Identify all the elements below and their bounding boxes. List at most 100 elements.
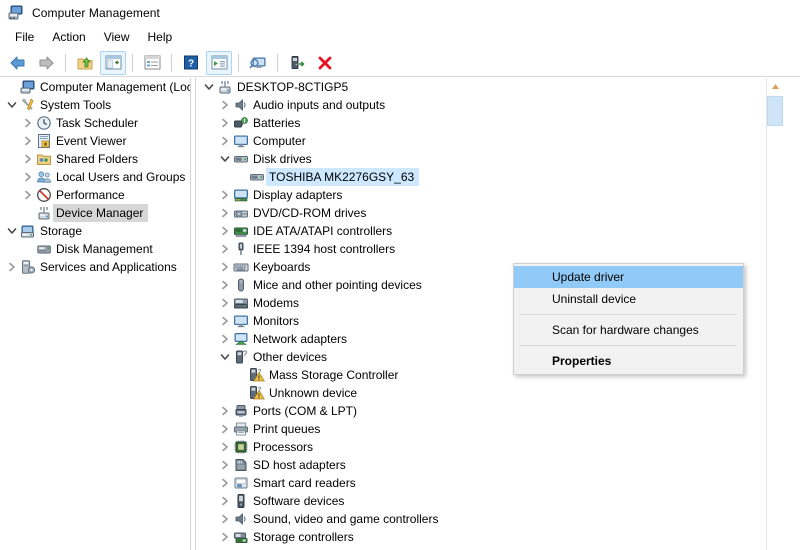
toolbar-separator <box>238 53 239 72</box>
device-tree-row[interactable]: IEEE 1394 host controllers <box>197 240 783 258</box>
device-tree-row[interactable]: IDE ATA/ATAPI controllers <box>197 222 783 240</box>
device-tree-row[interactable]: Disk drives <box>197 150 783 168</box>
scrollbar-thumb[interactable] <box>767 96 783 126</box>
chevron-right-icon[interactable] <box>20 114 36 132</box>
console-tree-pane[interactable]: Computer Management (Local System Tools Ta… <box>0 78 190 550</box>
chevron-right-icon[interactable] <box>4 258 20 276</box>
scroll-up-arrow-icon[interactable] <box>767 78 783 95</box>
context-menu-item-update-driver[interactable]: Update driver <box>514 266 743 288</box>
device-tree-row[interactable]: ? Unknown device <box>197 384 783 402</box>
chevron-right-icon[interactable] <box>217 240 233 258</box>
chevron-right-icon[interactable] <box>217 510 233 528</box>
device-tree-row[interactable]: Computer <box>197 132 783 150</box>
title-bar: Computer Management <box>0 0 800 25</box>
device-tree-row[interactable]: DVD/CD-ROM drives <box>197 204 783 222</box>
device-tree-row[interactable]: Processors <box>197 438 783 456</box>
console-tree-row[interactable]: Performance <box>0 186 190 204</box>
chevron-down-icon[interactable] <box>217 348 233 366</box>
toolbar-separator <box>132 53 133 72</box>
device-tree-row[interactable]: Batteries <box>197 114 783 132</box>
device-tree-row[interactable]: Smart card readers <box>197 474 783 492</box>
console-tree-row[interactable]: Event Viewer <box>0 132 190 150</box>
chevron-down-icon[interactable] <box>217 150 233 168</box>
chevron-down-icon[interactable] <box>4 222 20 240</box>
device-tree-row[interactable]: Display adapters <box>197 186 783 204</box>
properties-button[interactable] <box>139 51 165 75</box>
console-tree-row[interactable]: Local Users and Groups <box>0 168 190 186</box>
menu-action[interactable]: Action <box>43 27 94 47</box>
tree-item-label: Batteries <box>253 116 301 130</box>
chevron-right-icon[interactable] <box>217 528 233 546</box>
menu-help[interactable]: Help <box>139 27 182 47</box>
uninstall-device-button[interactable] <box>312 51 338 75</box>
tree-item-label: Event Viewer <box>56 134 127 148</box>
chevron-right-icon[interactable] <box>217 456 233 474</box>
device-tree-row[interactable]: Sound, video and game controllers <box>197 510 783 528</box>
console-tree-row[interactable]: Device Manager <box>0 204 190 222</box>
help-button[interactable]: ? <box>178 51 204 75</box>
chevron-down-icon[interactable] <box>4 96 20 114</box>
update-driver-icon <box>291 55 305 69</box>
console-tree-row[interactable]: Task Scheduler <box>0 114 190 132</box>
chevron-right-icon[interactable] <box>217 402 233 420</box>
tree-item-label: Print queues <box>253 422 321 436</box>
pane-splitter[interactable] <box>190 78 196 550</box>
chevron-right-icon[interactable] <box>217 132 233 150</box>
device-tree-row[interactable]: Ports (COM & LPT) <box>197 402 783 420</box>
chevron-right-icon[interactable] <box>20 150 36 168</box>
chevron-right-icon[interactable] <box>217 312 233 330</box>
console-tree-row[interactable]: Computer Management (Local <box>0 78 190 96</box>
device-tree-row[interactable]: Audio inputs and outputs <box>197 96 783 114</box>
chevron-right-icon[interactable] <box>217 492 233 510</box>
chevron-right-icon[interactable] <box>20 168 36 186</box>
chevron-right-icon[interactable] <box>217 420 233 438</box>
console-tree-row[interactable]: Services and Applications <box>0 258 190 276</box>
chevron-right-icon[interactable] <box>217 204 233 222</box>
chevron-right-icon[interactable] <box>217 96 233 114</box>
chevron-right-icon[interactable] <box>217 330 233 348</box>
context-menu-item-properties[interactable]: Properties <box>514 350 743 372</box>
context-menu-separator <box>520 314 737 315</box>
device-tree-row[interactable]: SD host adapters <box>197 456 783 474</box>
chevron-right-icon[interactable] <box>217 186 233 204</box>
console-tree-row[interactable]: System Tools <box>0 96 190 114</box>
menu-file[interactable]: File <box>6 27 43 47</box>
chevron-right-icon[interactable] <box>217 276 233 294</box>
context-menu-item-uninstall-device[interactable]: Uninstall device <box>514 288 743 310</box>
chevron-right-icon[interactable] <box>217 438 233 456</box>
device-tree-row[interactable]: DESKTOP-8CTIGP5 <box>197 78 783 96</box>
up-one-level-button[interactable] <box>72 51 98 75</box>
device-tree-row[interactable]: Storage controllers <box>197 528 783 546</box>
chevron-right-icon[interactable] <box>217 474 233 492</box>
console-tree-row[interactable]: Disk Management <box>0 240 190 258</box>
event-viewer-icon <box>36 133 52 149</box>
disk-drive-icon <box>249 169 265 185</box>
chevron-right-icon[interactable] <box>217 258 233 276</box>
update-driver-button[interactable] <box>284 51 310 75</box>
scrollbar-track[interactable] <box>767 95 783 550</box>
device-tree-vertical-scrollbar[interactable] <box>766 78 783 550</box>
chevron-right-icon[interactable] <box>20 132 36 150</box>
device-tree-row[interactable]: Software devices <box>197 492 783 510</box>
forward-button[interactable] <box>33 51 59 75</box>
device-tree-row[interactable]: Print queues <box>197 420 783 438</box>
back-button[interactable] <box>5 51 31 75</box>
chevron-down-icon[interactable] <box>201 78 217 96</box>
console-tree: Computer Management (Local System Tools Ta… <box>0 78 190 276</box>
disk-management-icon <box>36 241 52 257</box>
device-tree-pane[interactable]: DESKTOP-8CTIGP5 Audio inputs and outputs B… <box>197 78 783 550</box>
context-menu-item-scan-for-hardware-changes[interactable]: Scan for hardware changes <box>514 319 743 341</box>
chevron-right-icon[interactable] <box>20 186 36 204</box>
chevron-right-icon[interactable] <box>217 114 233 132</box>
chevron-right-icon[interactable] <box>217 222 233 240</box>
scan-hardware-changes-button[interactable] <box>245 51 271 75</box>
device-tree-row[interactable]: TOSHIBA MK2276GSY_63 <box>197 168 783 186</box>
console-tree-row[interactable]: Shared Folders <box>0 150 190 168</box>
chevron-right-icon[interactable] <box>217 294 233 312</box>
show-hide-console-tree-button[interactable] <box>100 50 126 75</box>
show-hide-action-pane-button[interactable] <box>206 50 232 75</box>
console-tree-row[interactable]: Storage <box>0 222 190 240</box>
software-device-icon <box>233 493 249 509</box>
menu-view[interactable]: View <box>95 27 139 47</box>
